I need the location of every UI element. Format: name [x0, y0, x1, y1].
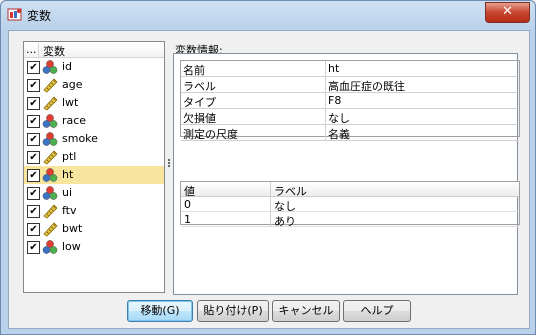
- variable-item-id[interactable]: ✔ id: [24, 58, 164, 76]
- goto-button[interactable]: 移動(G): [127, 300, 193, 322]
- paste-button[interactable]: 貼り付け(P): [197, 300, 269, 322]
- property-value: F8: [328, 94, 342, 107]
- include-checkbox[interactable]: ✔: [27, 205, 40, 218]
- value-label-rows: 0 なし 1 あり: [181, 197, 519, 228]
- title-bar[interactable]: 変数 ✕: [1, 1, 535, 29]
- window-title: 変数: [27, 9, 52, 23]
- nominal-measure-icon: [42, 168, 58, 182]
- scale-measure-icon: [43, 222, 58, 237]
- variable-item-bwt[interactable]: ✔ bwt: [24, 220, 164, 238]
- scale-measure-icon: [43, 204, 58, 219]
- value-labels-table: 値 ラベル 0 なし 1 あり: [180, 181, 520, 228]
- property-key: ラベル: [183, 80, 216, 93]
- value-label-row: 0 なし: [181, 197, 519, 213]
- help-button[interactable]: ヘルプ: [343, 300, 411, 322]
- include-checkbox[interactable]: ✔: [27, 61, 40, 74]
- variable-item-lwt[interactable]: ✔ lwt: [24, 94, 164, 112]
- variable-list-header: ... 変数: [24, 42, 164, 58]
- property-table: 名前 ht ラベル 高血圧症の既往タイプ F8 欠損値 なし測定の尺度 名義: [180, 60, 520, 141]
- property-key: 名前: [183, 64, 205, 77]
- label-cell: あり: [274, 215, 296, 228]
- variable-name: bwt: [62, 222, 83, 235]
- cancel-button[interactable]: キャンセル: [272, 300, 340, 322]
- include-checkbox[interactable]: ✔: [27, 79, 40, 92]
- close-icon: ✕: [502, 4, 513, 19]
- value-labels-header: 値 ラベル: [181, 182, 519, 198]
- include-checkbox[interactable]: ✔: [27, 115, 40, 128]
- property-value: ht: [328, 62, 340, 75]
- dialog-body: ... 変数 ✔ id ✔ age ✔ lwt ✔ race ✔ smoke ✔ ptl ✔ ht ✔ ui ✔…: [8, 30, 530, 329]
- include-checkbox[interactable]: ✔: [27, 187, 40, 200]
- variable-name: ui: [62, 186, 73, 199]
- variable-name: race: [62, 114, 87, 127]
- variable-rows: ✔ id ✔ age ✔ lwt ✔ race ✔ smoke ✔ ptl ✔ ht ✔ ui ✔ ftv ✔ bwt…: [24, 58, 164, 256]
- value-cell: 1: [184, 213, 191, 226]
- variable-name: lwt: [62, 96, 79, 109]
- variable-name: id: [62, 60, 73, 73]
- variable-info-panel: 名前 ht ラベル 高血圧症の既往タイプ F8 欠損値 なし測定の尺度 名義 値 ラベル 0な…: [173, 53, 520, 295]
- variable-item-ptl[interactable]: ✔ ptl: [24, 148, 164, 166]
- scale-measure-icon: [43, 150, 58, 165]
- value-label-row: 1 あり: [181, 212, 519, 228]
- variable-item-ftv[interactable]: ✔ ftv: [24, 202, 164, 220]
- variable-item-low[interactable]: ✔ low: [24, 238, 164, 256]
- property-value: 高血圧症の既往: [328, 80, 405, 93]
- include-checkbox[interactable]: ✔: [27, 169, 40, 182]
- column-selector[interactable]: ...: [26, 43, 39, 57]
- variable-name: age: [62, 78, 83, 91]
- scale-measure-icon: [43, 96, 58, 111]
- variable-name: smoke: [62, 132, 98, 145]
- variable-name: low: [62, 240, 81, 253]
- variable-list[interactable]: ... 変数 ✔ id ✔ age ✔ lwt ✔ race ✔ smoke ✔ ptl ✔ ht ✔ ui ✔…: [23, 41, 165, 293]
- property-value: なし: [328, 112, 350, 125]
- nominal-measure-icon: [42, 114, 58, 128]
- property-row: 測定の尺度 名義: [181, 125, 519, 141]
- property-row: ラベル 高血圧症の既往: [181, 77, 519, 93]
- variable-item-smoke[interactable]: ✔ smoke: [24, 130, 164, 148]
- include-checkbox[interactable]: ✔: [27, 151, 40, 164]
- variable-item-ui[interactable]: ✔ ui: [24, 184, 164, 202]
- spss-app-icon: [7, 8, 22, 21]
- property-key: 測定の尺度: [183, 128, 238, 141]
- button-row: 移動(G) 貼り付け(P) キャンセル ヘルプ: [9, 300, 529, 322]
- variable-item-race[interactable]: ✔ race: [24, 112, 164, 130]
- property-value: 名義: [328, 128, 350, 141]
- nominal-measure-icon: [42, 132, 58, 146]
- include-checkbox[interactable]: ✔: [27, 133, 40, 146]
- variable-name: ftv: [62, 204, 77, 217]
- panel-splitter[interactable]: [167, 41, 171, 291]
- property-row: 欠損値 なし: [181, 109, 519, 125]
- variable-column-header[interactable]: 変数: [43, 43, 65, 59]
- property-row: 名前 ht: [181, 61, 519, 77]
- nominal-measure-icon: [42, 186, 58, 200]
- splitter-grip-icon: [168, 159, 172, 167]
- variable-name: ht: [62, 168, 74, 181]
- scale-measure-icon: [43, 78, 58, 93]
- variable-item-ht[interactable]: ✔ ht: [24, 166, 164, 184]
- variable-item-age[interactable]: ✔ age: [24, 76, 164, 94]
- close-button[interactable]: ✕: [485, 2, 530, 23]
- value-cell: 0: [184, 198, 191, 211]
- include-checkbox[interactable]: ✔: [27, 97, 40, 110]
- property-key: 欠損値: [183, 112, 216, 125]
- include-checkbox[interactable]: ✔: [27, 223, 40, 236]
- nominal-measure-icon: [42, 60, 58, 74]
- include-checkbox[interactable]: ✔: [27, 241, 40, 254]
- variable-name: ptl: [62, 150, 77, 163]
- property-key: タイプ: [183, 96, 216, 109]
- property-row: タイプ F8: [181, 93, 519, 109]
- variables-dialog: 変数 ✕ ... 変数 ✔ id ✔ age ✔ lwt ✔ race ✔ smoke ✔ ptl ✔ h…: [0, 0, 536, 335]
- nominal-measure-icon: [42, 240, 58, 254]
